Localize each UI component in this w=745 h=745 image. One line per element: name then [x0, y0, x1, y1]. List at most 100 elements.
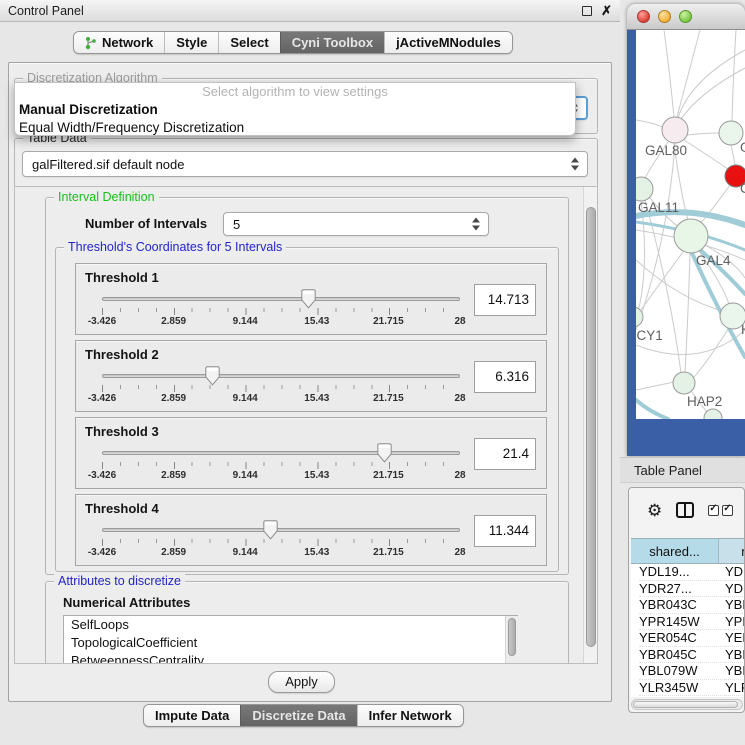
tab-discretize-data[interactable]: Discretize Data: [240, 705, 356, 726]
network-node[interactable]: [636, 177, 653, 201]
threshold-slider[interactable]: -3.4262.8599.14415.4321.71528: [102, 442, 460, 486]
threshold-slider[interactable]: -3.4262.8599.14415.4321.71528: [102, 288, 460, 332]
slider-track[interactable]: [102, 374, 460, 378]
network-canvas[interactable]: GAL80GAGAL11CGAL4GCY1HHAP2: [636, 30, 745, 419]
threshold-label: Threshold 1: [85, 270, 159, 285]
tick-label: 9.144: [233, 393, 258, 404]
table-cell[interactable]: YDL19...: [639, 564, 727, 581]
checkbox-checked-icon[interactable]: [708, 505, 719, 516]
tab-cyni-toolbox[interactable]: Cyni Toolbox: [280, 32, 384, 53]
slider-handle-icon[interactable]: [377, 443, 392, 463]
table-cell[interactable]: YBL079W: [639, 663, 727, 680]
tab-jactivemnodules[interactable]: jActiveMNodules: [384, 32, 512, 53]
threshold-value-field[interactable]: 21.4: [474, 438, 536, 470]
threshold-label: Threshold 2: [85, 347, 159, 362]
table-cell[interactable]: YER054C: [639, 630, 727, 647]
table-hscrollbar[interactable]: [631, 699, 743, 710]
attribute-list-item[interactable]: TopologicalCoefficient: [64, 634, 517, 652]
slider-track[interactable]: [102, 451, 460, 455]
tab-style[interactable]: Style: [164, 32, 218, 53]
tab-impute-data[interactable]: Impute Data: [144, 705, 240, 726]
table-cell[interactable]: YER0: [725, 630, 745, 647]
tick-label: 2.859: [161, 393, 186, 404]
apply-button[interactable]: Apply: [268, 671, 335, 693]
tick-label: 15.43: [304, 316, 329, 327]
threshold-panel: Threshold 4 -3.4262.8599.14415.4321.7152…: [75, 494, 547, 566]
zoom-traffic-light-icon[interactable]: [679, 10, 692, 23]
control-panel-tabbar: NetworkStyleSelect Cyni Toolbox jActiveMNo…: [73, 31, 513, 54]
slider-track[interactable]: [102, 297, 460, 301]
network-node[interactable]: [704, 409, 722, 419]
close-icon[interactable]: ✗: [601, 6, 612, 16]
table-cell[interactable]: YIL053C: [639, 696, 727, 697]
slider-handle-icon[interactable]: [263, 520, 278, 540]
settings-scrollbar[interactable]: [583, 187, 598, 663]
table-cell[interactable]: YDL1: [725, 564, 745, 581]
network-node[interactable]: [636, 307, 643, 327]
attribute-list-item[interactable]: BetweennessCentrality: [64, 652, 517, 664]
table-cell[interactable]: YBR043C: [639, 597, 727, 614]
network-nodes[interactable]: [636, 117, 745, 419]
table-cell[interactable]: YBR0: [725, 597, 745, 614]
threshold-slider[interactable]: -3.4262.8599.14415.4321.71528: [102, 365, 460, 409]
tick-label: -3.426: [88, 470, 116, 481]
network-node[interactable]: [674, 219, 708, 253]
attributes-scrollbar[interactable]: [505, 616, 518, 664]
slider-handle-icon[interactable]: [205, 366, 220, 386]
gear-icon[interactable]: ⚙: [647, 502, 662, 519]
attributes-listbox[interactable]: SelfLoopsTopologicalCoefficientBetweenne…: [63, 615, 518, 664]
table-cell[interactable]: YIL0: [725, 696, 745, 697]
network-window-titlebar[interactable]: [627, 4, 745, 30]
node-label: GAL11: [638, 200, 679, 215]
node-label: GAL4: [696, 253, 731, 268]
network-graph[interactable]: GAL80GAGAL11CGAL4GCY1HHAP2: [636, 30, 745, 419]
attributes-scrollbar-thumb[interactable]: [508, 618, 516, 656]
network-node[interactable]: [673, 372, 695, 394]
tab-network[interactable]: Network: [74, 32, 164, 53]
split-columns-icon[interactable]: [676, 502, 694, 518]
network-node[interactable]: [662, 117, 688, 143]
tick-label: 28: [454, 547, 465, 558]
dropdown-placeholder-item[interactable]: Select algorithm to view settings: [15, 83, 575, 101]
table-hscrollbar-thumb[interactable]: [633, 701, 738, 708]
checkbox-checked-icon[interactable]: [722, 505, 733, 516]
slider-handle-icon[interactable]: [301, 289, 316, 309]
threshold-value-field[interactable]: 14.713: [474, 284, 536, 316]
table-column-header[interactable]: na: [719, 538, 745, 564]
tab-group: NetworkStyleSelect Cyni Toolbox jActiveMNo…: [73, 31, 513, 54]
tab-label: Discretize Data: [252, 708, 345, 723]
control-panel-title: Control Panel: [8, 4, 84, 18]
tab-label: Cyni Toolbox: [292, 35, 373, 50]
tick-label: 2.859: [161, 316, 186, 327]
tab-label: Impute Data: [155, 708, 229, 723]
table-cell[interactable]: YBL0: [725, 663, 745, 680]
settings-scrollbar-thumb[interactable]: [586, 207, 596, 647]
float-window-icon[interactable]: [582, 6, 592, 16]
threshold-panel: Threshold 3 -3.4262.8599.14415.4321.7152…: [75, 417, 547, 489]
threshold-value-field[interactable]: 11.344: [474, 515, 536, 547]
table-cell[interactable]: YDR27...: [639, 581, 727, 598]
table-cell[interactable]: YBR045C: [639, 647, 727, 664]
tab-infer-network[interactable]: Infer Network: [357, 705, 463, 726]
table-cell[interactable]: YPR1: [725, 614, 745, 631]
table-cell[interactable]: YLR345W: [639, 680, 727, 697]
num-intervals-combobox[interactable]: 5: [223, 212, 489, 236]
threshold-value-field[interactable]: 6.316: [474, 361, 536, 393]
close-traffic-light-icon[interactable]: [637, 10, 650, 23]
tick-label: 28: [454, 393, 465, 404]
slider-track[interactable]: [102, 528, 460, 532]
attribute-list-item[interactable]: SelfLoops: [64, 616, 517, 634]
table-data-value: galFiltered.sif default node: [32, 157, 184, 172]
table-cell[interactable]: YLR3: [725, 680, 745, 697]
tab-select[interactable]: Select: [218, 32, 279, 53]
table-cell[interactable]: YDR2: [725, 581, 745, 598]
table-column-header[interactable]: shared...: [631, 538, 719, 564]
dropdown-item-manual-discretization[interactable]: Manual Discretization: [15, 101, 575, 119]
table-toolbar: ⚙: [629, 488, 744, 532]
table-cell[interactable]: YPR145W: [639, 614, 727, 631]
threshold-slider[interactable]: -3.4262.8599.14415.4321.71528: [102, 519, 460, 563]
minimize-traffic-light-icon[interactable]: [658, 10, 671, 23]
table-data-combobox[interactable]: galFiltered.sif default node: [22, 151, 588, 177]
table-cell[interactable]: YBR0: [725, 647, 745, 664]
dropdown-item-equal-width[interactable]: Equal Width/Frequency Discretization: [15, 119, 575, 137]
